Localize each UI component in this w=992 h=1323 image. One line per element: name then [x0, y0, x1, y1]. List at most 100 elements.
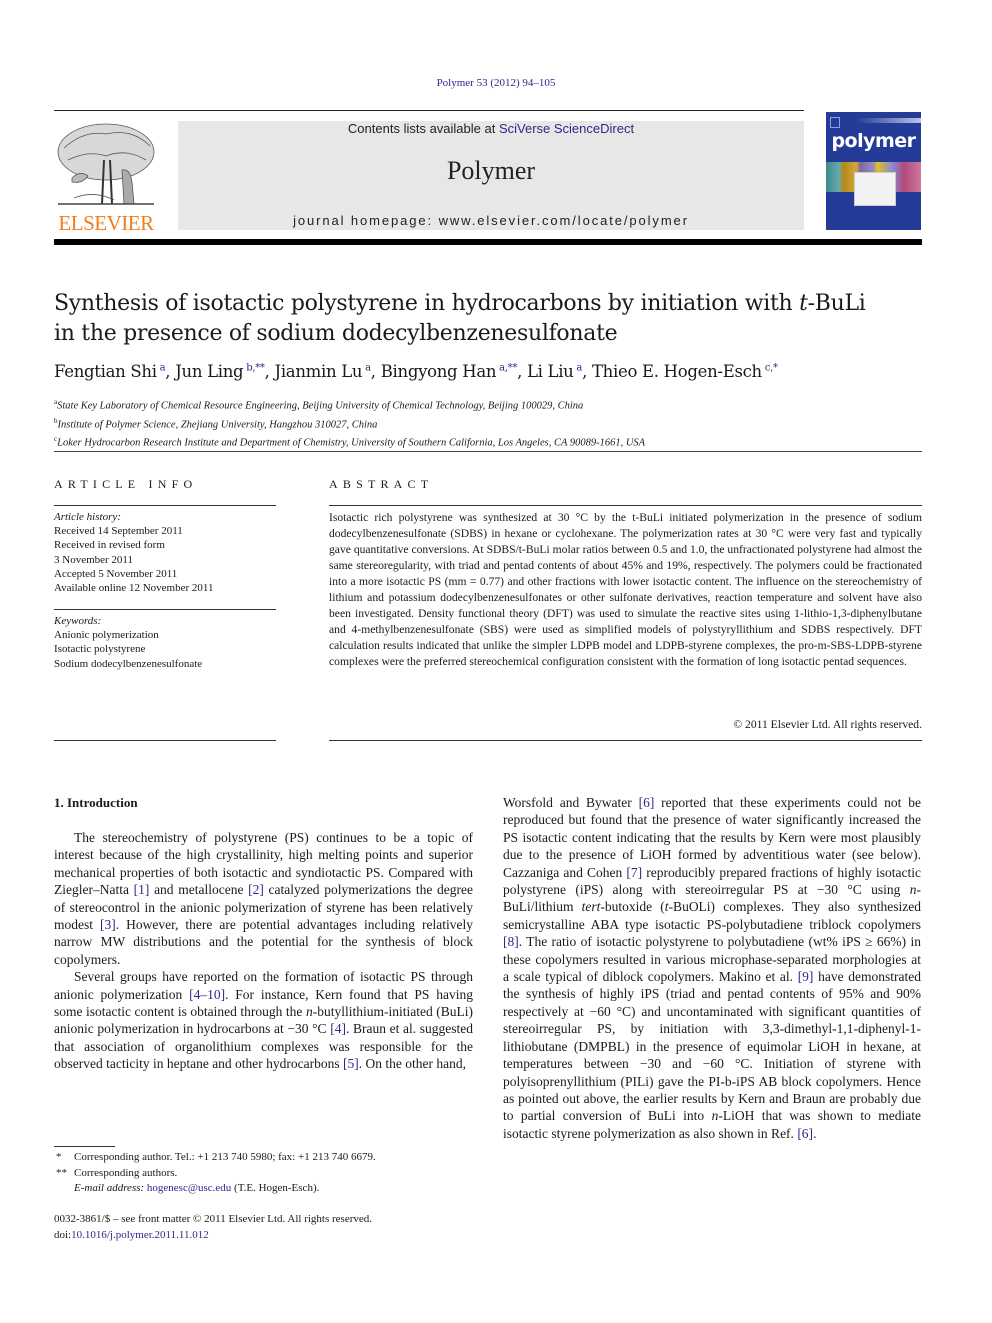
article-history: Article history: Received 14 September 2…: [54, 510, 276, 595]
body-paragraph: Worsfold and Bywater [6] reported that t…: [503, 795, 922, 1141]
history-item: 3 November 2011: [54, 553, 134, 566]
cover-publisher-icon: [830, 117, 840, 128]
header-thick-rule: [54, 239, 922, 245]
author-name[interactable]: Bingyong Han: [381, 362, 497, 381]
history-label: Article history:: [54, 511, 121, 523]
email-label: E-mail address:: [74, 1182, 147, 1194]
body-column-left: The stereochemistry of polystyrene (PS) …: [54, 829, 473, 1073]
journal-citation-link[interactable]: Polymer 53 (2012) 94–105: [0, 77, 992, 89]
article-title: Synthesis of isotactic polystyrene in hy…: [54, 289, 934, 349]
footnote-mark: *: [56, 1151, 62, 1163]
italic-text: n: [711, 1108, 719, 1124]
keywords-divider: [54, 609, 276, 610]
title-line1-italic: t: [799, 291, 808, 316]
doi-line: doi:10.1016/j.polymer.2011.11.012: [54, 1228, 474, 1244]
title-line1-suffix: -BuLi: [807, 291, 866, 316]
footnote-email: E-mail address: hogenesc@usc.edu (T.E. H…: [54, 1181, 474, 1197]
citation-link[interactable]: [6]: [797, 1126, 813, 1141]
keywords-label: Keywords:: [54, 615, 102, 627]
history-item: Available online 12 November 2011: [54, 582, 214, 595]
author-name[interactable]: Li Liu: [527, 362, 574, 381]
italic-text: n: [909, 882, 917, 898]
keyword-item: Anionic polymerization: [54, 629, 159, 642]
citation-link[interactable]: [4–10]: [189, 987, 225, 1002]
author-affiliation-mark[interactable]: a: [160, 363, 166, 374]
affiliation-text: Loker Hydrocarbon Research Institute and…: [57, 437, 646, 449]
affiliation-item: aState Key Laboratory of Chemical Resour…: [54, 395, 934, 414]
affiliation-item: bInstitute of Polymer Science, Zhejiang …: [54, 414, 934, 433]
abstract-divider: [329, 505, 922, 506]
abstract-text: Isotactic rich polystyrene was synthesiz…: [329, 511, 922, 668]
citation-link[interactable]: [3]: [100, 917, 116, 932]
italic-text: n: [305, 1004, 313, 1020]
journal-name: Polymer: [446, 156, 536, 185]
citation-link[interactable]: [5]: [343, 1056, 359, 1071]
article-info-heading: ARTICLE INFO: [54, 477, 198, 491]
author-affiliation-mark[interactable]: a,**: [499, 363, 517, 374]
title-divider: [54, 451, 922, 452]
elsevier-wordmark: ELSEVIER: [58, 211, 154, 235]
footnote-text: Corresponding authors.: [74, 1166, 178, 1179]
article-info-divider: [54, 505, 276, 506]
journal-cover-thumbnail[interactable]: polymer: [826, 112, 921, 230]
author-affiliation-mark[interactable]: c,*: [765, 363, 778, 374]
affiliation-text: Institute of Polymer Science, Zhejiang U…: [57, 419, 378, 430]
title-line2: in the presence of sodium dodecylbenzene…: [54, 321, 618, 346]
author-affiliation-mark[interactable]: b,**: [246, 363, 265, 374]
footnote-corresponding-author: * Corresponding author. Tel.: +1 213 740 …: [54, 1150, 474, 1166]
history-item: Received in revised form: [54, 539, 165, 552]
citation-link[interactable]: [9]: [798, 969, 814, 984]
citation-link[interactable]: [7]: [626, 865, 642, 880]
author-affiliation-mark[interactable]: a: [365, 363, 371, 374]
keyword-item: Isotactic polystyrene: [54, 643, 146, 656]
citation-link[interactable]: [1]: [134, 882, 150, 897]
doi-link[interactable]: 10.1016/j.polymer.2011.11.012: [71, 1229, 209, 1241]
citation-link[interactable]: [4]: [330, 1021, 346, 1036]
author-name[interactable]: Jianmin Lu: [275, 362, 363, 381]
contents-availability: Contents lists available at SciVerse Sci…: [178, 121, 804, 136]
body-paragraph: The stereochemistry of polystyrene (PS) …: [54, 830, 474, 967]
journal-homepage: journal homepage: www.elsevier.com/locat…: [178, 213, 804, 228]
footnote-text: Corresponding author. Tel.: +1 213 740 5…: [74, 1151, 376, 1163]
sciencedirect-link[interactable]: SciVerse ScienceDirect: [499, 121, 634, 136]
italic-text: t: [664, 899, 669, 915]
footnote-mark: **: [56, 1166, 67, 1179]
abstract-heading: ABSTRACT: [329, 477, 434, 491]
homepage-url-link[interactable]: www.elsevier.com/locate/polymer: [439, 213, 689, 228]
author-name[interactable]: Fengtian Shi: [54, 362, 157, 381]
history-item: Received 14 September 2011: [54, 525, 183, 538]
abstract-bottom-divider: [329, 740, 922, 741]
front-matter-line: 0032-3861/$ – see front matter © 2011 El…: [54, 1213, 373, 1225]
contents-prefix: Contents lists available at: [347, 121, 499, 136]
italic-text: tert: [581, 899, 601, 915]
keyword-item: Sodium dodecylbenzenesulfonate: [54, 657, 203, 670]
footnote-divider: [54, 1146, 115, 1147]
body-paragraph: Several groups have reported on the form…: [54, 969, 473, 1072]
author-list: Fengtian Shi a, Jun Ling b,**, Jianmin L…: [54, 362, 778, 381]
cover-decorative-bar: [856, 118, 921, 123]
footnote-corresponding-authors: ** Corresponding authors.: [54, 1166, 474, 1182]
cover-title: polymer: [831, 130, 916, 152]
email-link[interactable]: hogenesc@usc.edu: [147, 1182, 231, 1194]
doi-prefix: doi:: [54, 1228, 72, 1241]
keywords-list: Keywords: Anionic polymerization Isotact…: [54, 614, 276, 671]
affiliation-item: cLoker Hydrocarbon Research Institute an…: [54, 432, 934, 451]
footnotes: * Corresponding author. Tel.: +1 213 740 …: [54, 1150, 474, 1197]
front-matter-meta: 0032-3861/$ – see front matter © 2011 El…: [54, 1212, 474, 1243]
citation-link[interactable]: [6]: [639, 795, 655, 810]
citation-link[interactable]: [8]: [503, 934, 519, 949]
body-column-right: Worsfold and Bywater [6] reported that t…: [503, 794, 921, 1142]
email-suffix: (T.E. Hogen-Esch).: [231, 1182, 320, 1194]
affiliation-text: State Key Laboratory of Chemical Resourc…: [57, 400, 584, 412]
history-item: Accepted 5 November 2011: [54, 567, 178, 580]
cover-figure-inset: [854, 172, 896, 206]
affiliation-list: aState Key Laboratory of Chemical Resour…: [54, 395, 934, 451]
author-name[interactable]: Jun Ling: [175, 362, 243, 381]
article-info-bottom-divider: [54, 740, 276, 741]
abstract-copyright: © 2011 Elsevier Ltd. All rights reserved…: [733, 718, 922, 731]
homepage-prefix: journal homepage:: [293, 213, 439, 228]
author-affiliation-mark[interactable]: a: [576, 363, 582, 374]
author-name[interactable]: Thieo E. Hogen-Esch: [592, 362, 762, 381]
citation-link[interactable]: [2]: [248, 882, 264, 897]
section-heading-introduction: 1. Introduction: [54, 795, 138, 810]
